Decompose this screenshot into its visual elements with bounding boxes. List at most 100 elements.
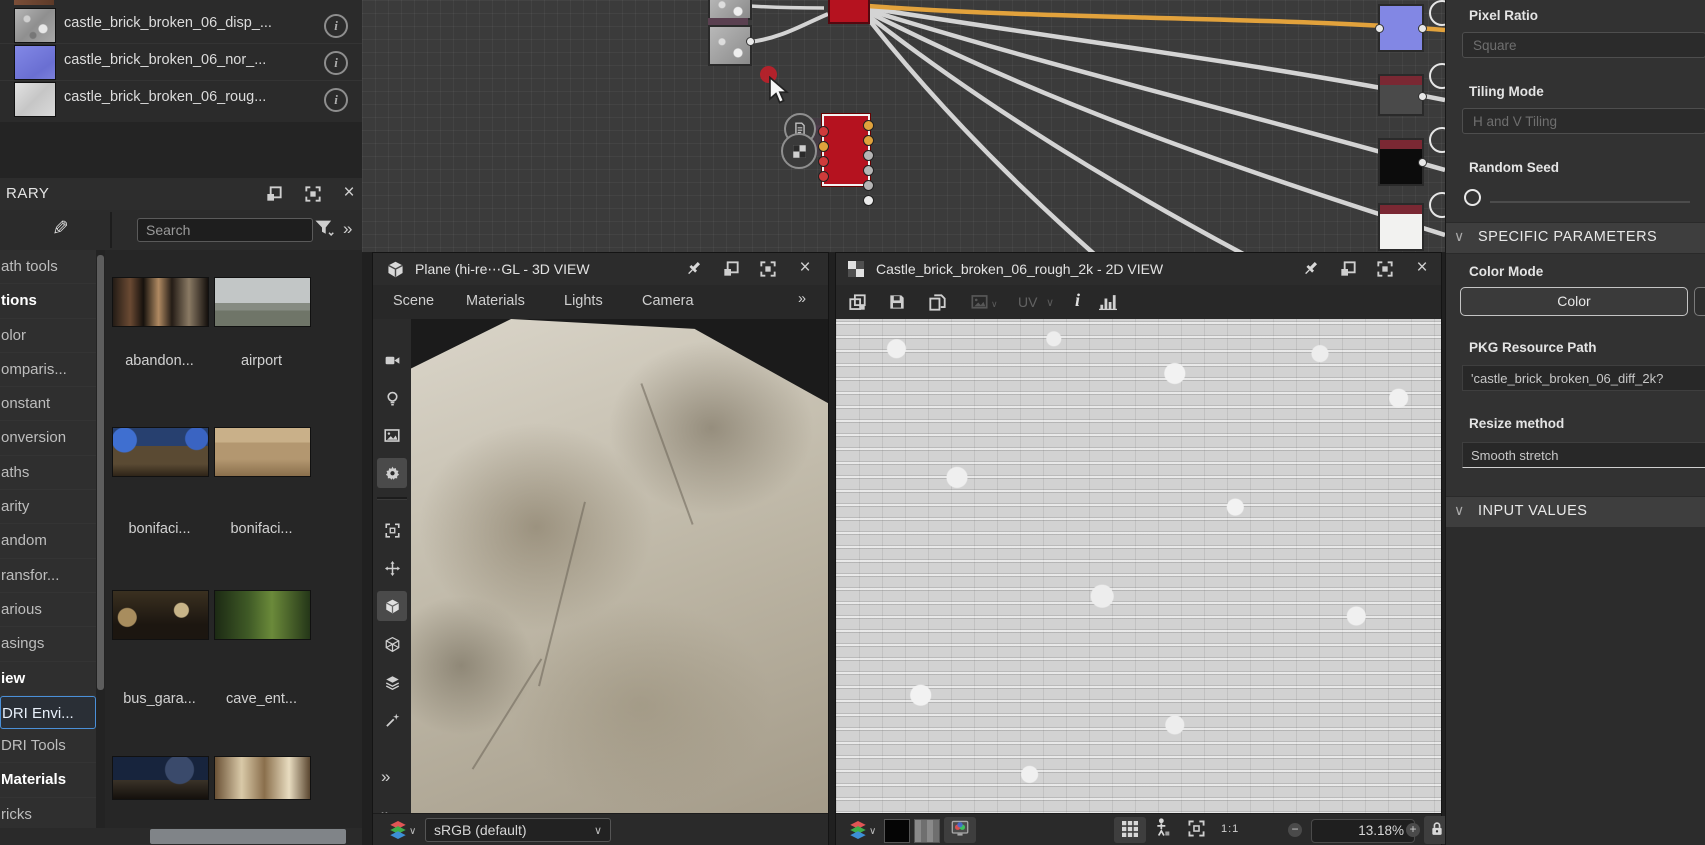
category-item[interactable]: iew — [0, 662, 96, 696]
library-horizontal-scrollbar[interactable] — [0, 828, 362, 845]
menu-lights[interactable]: Lights — [564, 293, 603, 309]
file-thumbnail-displacement[interactable] — [14, 8, 56, 43]
graph-output-node-normal[interactable] — [1375, 4, 1427, 52]
pixel-ratio-dropdown[interactable]: Square — [1462, 32, 1705, 58]
file-row[interactable]: castle_brick_broken_06_nor_... i — [0, 43, 362, 81]
view2d-texture-canvas[interactable] — [836, 319, 1441, 814]
view3d-viewport[interactable] — [411, 319, 828, 814]
graph-node-output-dot[interactable] — [746, 37, 755, 46]
histogram-icon[interactable] — [1099, 293, 1117, 311]
category-item[interactable]: ricks — [0, 798, 96, 833]
save-icon[interactable] — [889, 294, 905, 310]
info-icon[interactable]: i — [324, 51, 348, 75]
thumbnail-label[interactable]: bonifaci... — [112, 521, 207, 537]
view2d-titlebar[interactable]: Castle_brick_broken_06_rough_2k - 2D VIE… — [836, 253, 1441, 286]
magic-wand-icon[interactable] — [377, 705, 407, 735]
category-item[interactable]: ath tools — [0, 250, 96, 285]
category-item[interactable]: DRI Tools — [0, 729, 96, 764]
maximize-window-icon[interactable] — [305, 186, 321, 202]
filter-funnel-icon[interactable] — [314, 219, 334, 238]
category-scrollbar[interactable] — [96, 250, 105, 845]
graph-node-texture-top[interactable] — [708, 0, 752, 20]
category-item[interactable]: tions — [0, 284, 96, 319]
float-window-icon[interactable] — [723, 261, 739, 277]
wireframe-mesh-icon[interactable] — [377, 629, 407, 659]
search-input[interactable] — [137, 218, 313, 242]
hdri-thumbnail[interactable] — [112, 756, 209, 800]
copy-icon[interactable] — [929, 294, 946, 311]
specific-parameters-section[interactable]: ∨ SPECIFIC PARAMETERS — [1446, 222, 1705, 254]
file-name[interactable]: castle_brick_broken_06_disp_... — [64, 15, 314, 31]
file-row[interactable]: castle_brick_broken_06_disp_... i — [0, 6, 362, 44]
hdri-thumbnail[interactable] — [214, 756, 311, 800]
zoom-out-button[interactable]: − — [1288, 823, 1302, 837]
pkg-resource-path-field[interactable]: 'castle_brick_broken_06_diff_2k? — [1462, 365, 1705, 391]
environment-image-icon[interactable] — [377, 420, 407, 450]
random-seed-slider-knob[interactable] — [1464, 189, 1481, 206]
category-item[interactable]: asings — [0, 627, 96, 662]
file-name[interactable]: castle_brick_broken_06_nor_... — [64, 52, 314, 68]
camera-tool-icon[interactable] — [377, 345, 407, 375]
input-values-section[interactable]: ∨ INPUT VALUES — [1446, 496, 1705, 528]
thumbnail-label[interactable]: bonifaci... — [214, 521, 309, 537]
uv-dropdown-chevron-icon[interactable]: ∨ — [1046, 296, 1054, 309]
menu-scene[interactable]: Scene — [393, 293, 434, 309]
category-item[interactable]: Materials — [0, 763, 96, 798]
colorspace-chevron-icon[interactable]: ∨ — [409, 826, 416, 837]
float-window-icon[interactable] — [266, 186, 282, 202]
pin-icon[interactable] — [1303, 261, 1319, 277]
close-icon[interactable]: × — [797, 258, 813, 277]
duplicate-icon[interactable] — [849, 294, 866, 311]
solid-mesh-icon[interactable] — [377, 591, 407, 621]
zoom-level-field[interactable]: 13.18% — [1311, 819, 1415, 843]
category-item[interactable]: ransfor... — [0, 559, 96, 593]
file-thumbnail-roughness[interactable] — [14, 82, 56, 117]
resize-method-dropdown[interactable]: Smooth stretch — [1462, 442, 1705, 468]
category-item-selected[interactable]: DRI Envi... — [0, 695, 96, 730]
graph-output-node-black[interactable] — [1378, 138, 1427, 186]
toolbar-overflow-chevron-icon[interactable]: » — [381, 767, 390, 787]
category-item[interactable]: aths — [0, 456, 96, 491]
file-row[interactable]: castle_brick_broken_06_roug... i — [0, 80, 362, 117]
menu-overflow-chevron-icon[interactable]: » — [798, 291, 806, 307]
hdri-thumbnail[interactable] — [214, 427, 311, 477]
category-item[interactable]: onversion — [0, 421, 96, 456]
close-icon[interactable]: × — [341, 183, 357, 202]
file-thumbnail-partial[interactable] — [14, 0, 54, 5]
color-mode-button[interactable]: Color — [1460, 287, 1688, 316]
background-swatch-gray[interactable] — [914, 819, 940, 843]
float-window-icon[interactable] — [1340, 261, 1356, 277]
hdri-thumbnail[interactable] — [214, 277, 311, 327]
thumbnail-label[interactable]: bus_gara... — [112, 691, 207, 707]
maximize-window-icon[interactable] — [1377, 261, 1393, 277]
toolbar-overflow-chevron-icon[interactable]: » — [343, 219, 352, 239]
colorspace-layers-icon[interactable] — [389, 821, 407, 839]
graph-node-texture[interactable] — [708, 25, 752, 66]
file-name[interactable]: castle_brick_broken_06_roug... — [64, 89, 314, 105]
grayscale-mode-button[interactable] — [1694, 287, 1705, 316]
light-bulb-icon[interactable] — [377, 383, 407, 413]
menu-materials[interactable]: Materials — [466, 293, 525, 309]
colorspace-chevron-icon[interactable]: ∨ — [869, 826, 876, 837]
fit-view-icon[interactable] — [377, 515, 407, 545]
menu-camera[interactable]: Camera — [642, 293, 694, 309]
node-badge-checker-icon[interactable] — [781, 133, 817, 169]
thumbnail-label[interactable]: abandon... — [112, 353, 207, 369]
background-swatch-black[interactable] — [884, 819, 910, 843]
edit-pencil-icon[interactable]: ✎ — [52, 216, 69, 241]
actual-size-icon[interactable]: 1:1 — [1221, 823, 1239, 835]
display-settings-gear-icon[interactable] — [377, 458, 407, 488]
layers-icon[interactable] — [377, 667, 407, 697]
hdri-thumbnail[interactable] — [112, 277, 209, 327]
view3d-titlebar[interactable]: Plane (hi-re⋯GL - 3D VIEW × — [373, 253, 828, 286]
tiling-mode-dropdown[interactable]: H and V Tiling — [1462, 108, 1705, 134]
pin-icon[interactable] — [686, 261, 702, 277]
category-item[interactable]: onstant — [0, 387, 96, 422]
fit-to-view-icon[interactable] — [1188, 820, 1205, 840]
graph-node-selected[interactable] — [818, 114, 874, 206]
random-seed-slider-track[interactable] — [1490, 201, 1690, 203]
category-item[interactable]: andom — [0, 524, 96, 559]
thumbnail-label[interactable]: airport — [214, 353, 309, 369]
category-item[interactable]: arious — [0, 593, 96, 628]
colorspace-dropdown[interactable]: sRGB (default) ∨ — [425, 818, 611, 842]
